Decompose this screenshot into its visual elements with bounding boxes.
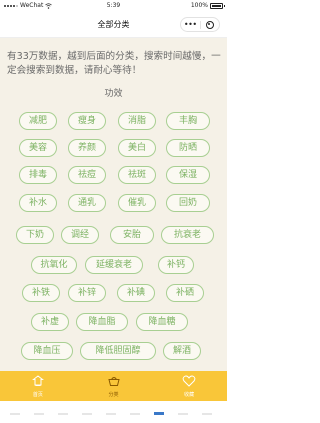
category-tag[interactable]: 催乳 [118, 194, 156, 212]
page-indicator [0, 401, 227, 423]
page-dash [178, 413, 188, 415]
tab-favorites[interactable]: 收藏 [151, 371, 227, 401]
category-tag[interactable]: 丰胸 [166, 112, 210, 130]
category-tag[interactable]: 防晒 [166, 139, 210, 157]
mini-program-capsule: ••• [180, 17, 220, 32]
page-dash [130, 413, 140, 415]
category-tag[interactable]: 抗衰老 [161, 226, 214, 244]
category-tag[interactable]: 降血脂 [76, 313, 128, 331]
page-dash [34, 413, 44, 415]
search-notice: 有33万数据，越到后面的分类，搜索时间越慢，一定会搜索到数据，请耐心等待！ [7, 51, 221, 76]
category-tag[interactable]: 补锌 [68, 284, 106, 302]
page-dash-active [154, 412, 164, 415]
category-tag[interactable]: 解酒 [163, 342, 201, 360]
navigation-bar: 全部分类 ••• [0, 12, 227, 38]
status-right: 100% [190, 2, 225, 9]
category-tag[interactable]: 补碘 [117, 284, 155, 302]
category-tag[interactable]: 保湿 [166, 166, 210, 184]
category-tag[interactable]: 回奶 [166, 194, 210, 212]
tab-category[interactable]: 分类 [76, 371, 152, 401]
basket-icon [107, 377, 120, 386]
battery-icon [210, 2, 225, 9]
main-content[interactable]: 有33万数据，越到后面的分类，搜索时间越慢，一定会搜索到数据，请耐心等待！ 功效… [0, 38, 227, 371]
page-dash [106, 413, 116, 415]
category-tag[interactable]: 安胎 [110, 226, 154, 244]
section-title: 功效 [104, 89, 123, 99]
tab-favorites-label: 收藏 [184, 392, 195, 398]
page-dash [82, 413, 92, 415]
category-tag[interactable]: 降血压 [21, 342, 73, 360]
category-tag[interactable]: 减肥 [19, 112, 57, 130]
tab-home[interactable]: 首页 [0, 371, 76, 401]
category-tag[interactable]: 下奶 [16, 226, 54, 244]
category-tag[interactable]: 降血糖 [136, 313, 188, 331]
category-tag[interactable]: 养颜 [68, 139, 106, 157]
status-bar: WeChat 5:39 100% [0, 0, 227, 12]
category-tag[interactable]: 消脂 [118, 112, 156, 130]
category-tag[interactable]: 瘦身 [68, 112, 106, 130]
category-tag[interactable]: 抗氧化 [31, 256, 77, 274]
battery-percent: 100% [190, 2, 208, 9]
tab-bar: 首页 分类 收藏 [0, 371, 227, 401]
category-tag[interactable]: 补水 [19, 194, 57, 212]
category-tag[interactable]: 补虚 [31, 313, 69, 331]
category-tag[interactable]: 补铁 [22, 284, 60, 302]
category-tag[interactable]: 补钙 [158, 256, 194, 274]
category-tag[interactable]: 美容 [19, 139, 57, 157]
page-dash [58, 413, 68, 415]
category-tag[interactable]: 调经 [61, 226, 99, 244]
category-tag[interactable]: 通乳 [68, 194, 106, 212]
more-menu-button[interactable]: ••• [181, 18, 200, 31]
tab-category-label: 分类 [108, 392, 119, 398]
page-dash [202, 413, 212, 415]
close-ring-icon [205, 20, 214, 29]
category-tag[interactable]: 降低胆固醇 [80, 342, 156, 360]
category-tag[interactable]: 补硒 [166, 284, 204, 302]
category-tag[interactable]: 排毒 [19, 166, 57, 184]
close-button[interactable] [200, 20, 219, 29]
tab-home-label: 首页 [32, 392, 43, 398]
category-tag[interactable]: 祛斑 [118, 166, 156, 184]
category-tag[interactable]: 延缓衰老 [85, 256, 143, 274]
heart-icon [182, 375, 196, 387]
page-dash [10, 413, 20, 415]
category-tag[interactable]: 美白 [118, 139, 156, 157]
home-icon [31, 375, 44, 386]
category-tag[interactable]: 祛痘 [68, 166, 106, 184]
